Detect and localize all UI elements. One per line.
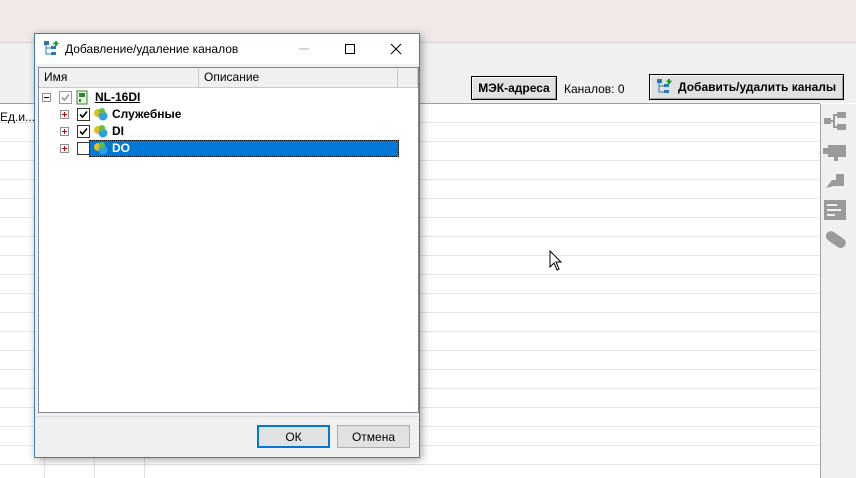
add-remove-channels-label: Добавить/удалить каналы	[678, 80, 837, 94]
maximize-icon	[345, 44, 355, 54]
divider	[35, 416, 419, 417]
tree-node-do[interactable]: DO	[39, 140, 399, 157]
column-header-filler	[398, 68, 418, 88]
tree-node-device[interactable]: NL-16DI	[39, 89, 399, 106]
column-header-name[interactable]: Имя	[39, 68, 199, 88]
device-checkbox[interactable]	[59, 91, 72, 104]
close-icon	[390, 43, 402, 55]
grid-header-unit: Ед.и...	[0, 110, 36, 124]
form-icon[interactable]	[822, 199, 848, 221]
tree-node-label: DI	[112, 124, 124, 138]
close-button[interactable]	[373, 34, 419, 64]
mouse-cursor-icon	[549, 250, 563, 271]
minimize-icon	[299, 48, 309, 50]
channels-tree[interactable]: Имя Описание NL-16DI Служебные DI DO	[38, 67, 419, 413]
tree-add-icon	[44, 41, 59, 55]
dialog-title: Добавление/удаление каналов	[65, 42, 239, 56]
projector-icon[interactable]	[822, 170, 848, 192]
channel-group-icon	[94, 108, 108, 121]
service-checkbox[interactable]	[77, 108, 90, 121]
tree-node-label: DO	[112, 141, 130, 155]
channel-group-icon	[94, 125, 108, 138]
device-module-icon	[76, 90, 88, 105]
collapse-icon[interactable]	[42, 93, 51, 102]
channel-group-icon	[94, 142, 108, 155]
tree-branch-icon[interactable]	[822, 110, 848, 132]
ok-button[interactable]: ОК	[257, 425, 330, 448]
column-header-description[interactable]: Описание	[199, 68, 398, 88]
tree-node-label: Служебные	[112, 107, 182, 121]
mek-addresses-button[interactable]: МЭК-адреса	[471, 76, 557, 100]
selection-highlight	[89, 140, 399, 157]
tree-node-service[interactable]: Служебные	[39, 106, 399, 123]
tree-node-di[interactable]: DI	[39, 123, 399, 140]
minimize-button[interactable]	[281, 34, 327, 64]
di-checkbox[interactable]	[77, 125, 90, 138]
dialog-titlebar[interactable]: Добавление/удаление каналов	[35, 34, 419, 64]
maximize-button[interactable]	[327, 34, 373, 64]
add-remove-channels-button[interactable]: Добавить/удалить каналы	[649, 74, 844, 100]
cancel-button[interactable]: Отмена	[337, 425, 410, 448]
do-checkbox[interactable]	[77, 142, 90, 155]
expand-icon[interactable]	[60, 127, 69, 136]
tree-add-icon	[657, 79, 672, 93]
add-remove-channels-dialog: Добавление/удаление каналов Имя Описание…	[34, 33, 420, 458]
pill-icon[interactable]	[822, 228, 848, 250]
expand-icon[interactable]	[60, 144, 69, 153]
camera-icon[interactable]	[822, 140, 848, 162]
channels-count: Каналов: 0	[564, 82, 625, 96]
expand-icon[interactable]	[60, 110, 69, 119]
tree-node-label: NL-16DI	[95, 90, 141, 104]
